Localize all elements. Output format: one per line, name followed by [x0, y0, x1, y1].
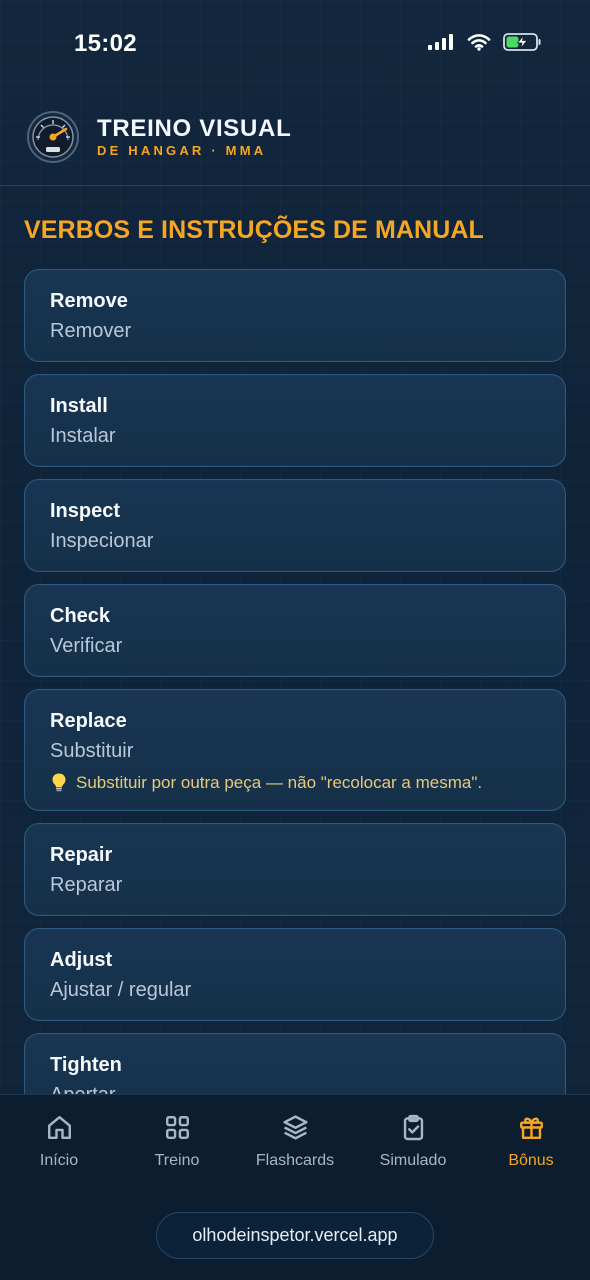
grid-icon	[165, 1116, 189, 1139]
card-translation: Instalar	[50, 425, 116, 447]
vocabulary-card-tighten[interactable]: Tighten Apertar	[24, 1033, 566, 1094]
card-translation: Reparar	[50, 874, 123, 896]
status-time: 15:02	[74, 30, 137, 57]
card-term: Tighten	[50, 1054, 122, 1076]
card-term: Replace	[50, 710, 127, 732]
vocabulary-card-list: Remove Remover Install Instalar Inspect …	[24, 269, 566, 1094]
gauge-icon	[27, 111, 79, 163]
vocabulary-card-inspect[interactable]: Inspect Inspecionar	[24, 479, 566, 572]
card-term: Check	[50, 605, 111, 627]
nav-item-simulado[interactable]: Simulado	[354, 1113, 472, 1175]
card-translation: Ajustar / regular	[50, 979, 192, 1001]
card-tip-text: Substituir por outra peça — não "recoloc…	[76, 772, 483, 792]
lightbulb-icon	[52, 773, 66, 792]
card-term: Install	[50, 395, 108, 417]
nav-item-inicio[interactable]: Início	[0, 1113, 118, 1175]
vocabulary-card-check[interactable]: Check Verificar	[24, 584, 566, 677]
status-icons	[427, 32, 542, 52]
app-title: TREINO VISUAL	[97, 115, 292, 142]
vocabulary-card-install[interactable]: Install Instalar	[24, 374, 566, 467]
nav-label: Simulado	[379, 1152, 447, 1169]
card-translation: Verificar	[50, 635, 123, 657]
vocabulary-card-adjust[interactable]: Adjust Ajustar / regular	[24, 928, 566, 1021]
status-bar: 15:02	[0, 0, 590, 88]
card-term: Repair	[50, 844, 113, 866]
home-icon	[47, 1116, 71, 1139]
signal-icon	[428, 34, 453, 50]
card-translation: Apertar	[50, 1085, 116, 1094]
vocabulary-card-remove[interactable]: Remove Remover	[24, 269, 566, 362]
vocabulary-card-repair[interactable]: Repair Reparar	[24, 823, 566, 916]
nav-item-bonus[interactable]: Bônus	[472, 1113, 590, 1175]
gauge-logo	[26, 110, 80, 164]
nav-label: Flashcards	[255, 1152, 335, 1169]
wifi-icon	[467, 34, 491, 51]
nav-item-treino[interactable]: Treino	[118, 1113, 236, 1175]
card-translation: Inspecionar	[50, 530, 154, 552]
battery-charging-icon	[503, 33, 541, 51]
card-term: Adjust	[50, 949, 113, 971]
nav-label: Treino	[154, 1152, 200, 1169]
card-term: Inspect	[50, 500, 121, 522]
card-term: Remove	[50, 290, 128, 312]
app-header: TREINO VISUAL DE HANGAR · MMA	[0, 88, 590, 186]
card-translation: Substituir	[50, 740, 134, 762]
bottom-navigation: Início Treino Flashcards Simulado Bônus …	[0, 1094, 590, 1280]
vocabulary-card-replace[interactable]: Replace Substituir Substituir por outra …	[24, 689, 566, 811]
app-screen: 15:02 TREINO VISUAL DE HANGAR · MMA VERB…	[0, 0, 590, 1280]
clipboard-check-icon	[403, 1114, 423, 1141]
url-bar[interactable]: olhodeinspetor.vercel.app	[156, 1212, 434, 1259]
card-translation: Remover	[50, 320, 132, 342]
nav-label: Bônus	[508, 1152, 554, 1169]
layers-icon	[282, 1115, 308, 1140]
section-title: VERBOS E INSTRUÇÕES DE MANUAL	[24, 216, 484, 244]
app-subtitle: DE HANGAR · MMA	[97, 143, 267, 158]
nav-item-flashcards[interactable]: Flashcards	[236, 1113, 354, 1175]
gift-icon	[519, 1117, 543, 1139]
card-tip: Substituir por outra peça — não "recoloc…	[50, 772, 482, 792]
nav-label: Início	[39, 1152, 79, 1169]
